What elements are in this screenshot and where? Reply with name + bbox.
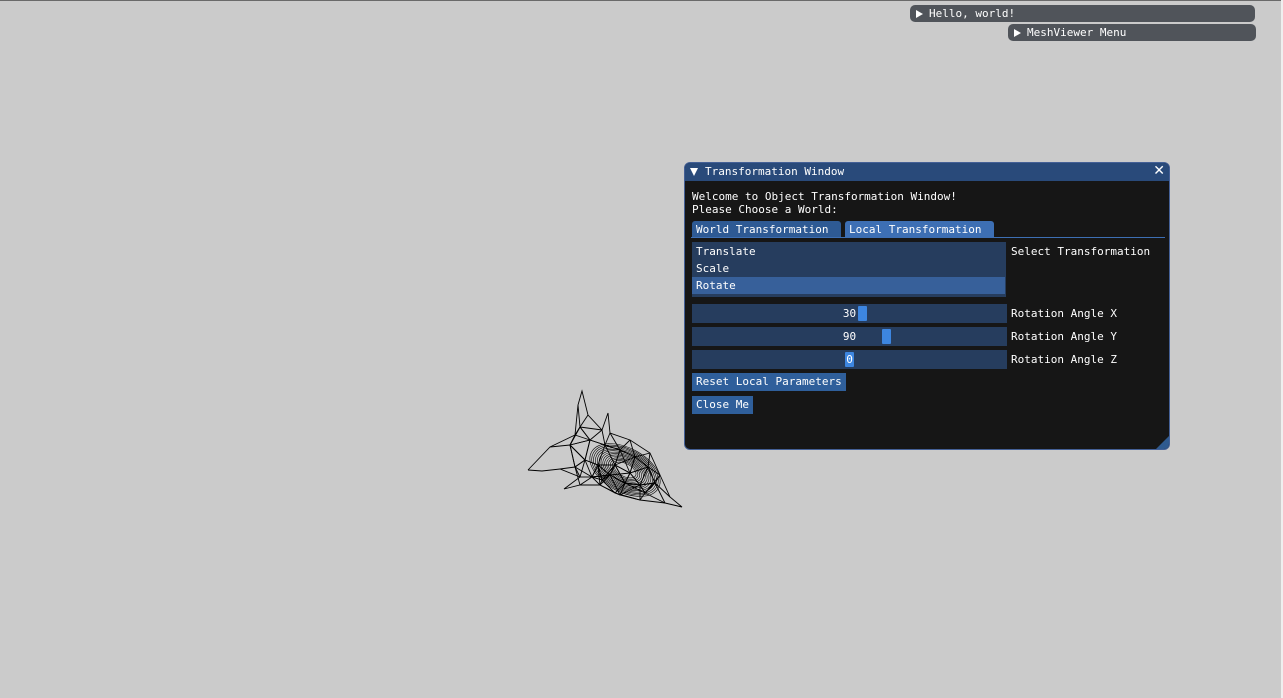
resize-grip[interactable] bbox=[1156, 436, 1169, 449]
rotation-y-slider[interactable]: 90 bbox=[692, 327, 1007, 346]
transformation-listbox[interactable]: Translate Scale Rotate bbox=[692, 242, 1006, 297]
rotation-z-label: Rotation Angle Z bbox=[1011, 353, 1117, 366]
meshviewer-menu-window[interactable]: MeshViewer Menu bbox=[1008, 24, 1256, 41]
top-border bbox=[0, 0, 1283, 1]
select-transformation-label: Select Transformation bbox=[1011, 245, 1151, 258]
list-item-rotate[interactable]: Rotate bbox=[692, 277, 1005, 294]
rotation-y-label: Rotation Angle Y bbox=[1011, 330, 1117, 343]
list-item-scale[interactable]: Scale bbox=[692, 260, 1005, 277]
tab-underline bbox=[691, 237, 1165, 238]
rotation-x-grab[interactable] bbox=[858, 306, 867, 321]
reset-local-parameters-button[interactable]: Reset Local Parameters bbox=[692, 373, 846, 391]
rotation-x-value: 30 bbox=[842, 307, 857, 320]
rotation-x-slider[interactable]: 30 bbox=[692, 304, 1007, 323]
expand-arrow-icon[interactable] bbox=[1014, 29, 1021, 37]
list-item-translate[interactable]: Translate bbox=[692, 243, 1005, 260]
collapse-arrow-icon[interactable] bbox=[690, 168, 698, 176]
rotation-x-label: Rotation Angle X bbox=[1011, 307, 1117, 320]
rotation-y-value: 90 bbox=[842, 330, 857, 343]
window-title: Transformation Window bbox=[705, 165, 845, 178]
rotation-z-value: 0 bbox=[846, 353, 853, 366]
transformation-window: Transformation Window ✕ Welcome to Objec… bbox=[684, 162, 1170, 450]
wireframe-mesh bbox=[527, 389, 683, 508]
meshviewer-menu-title: MeshViewer Menu bbox=[1027, 26, 1127, 39]
hello-world-title: Hello, world! bbox=[929, 7, 1016, 20]
tab-local-transformation[interactable]: Local Transformation bbox=[845, 221, 994, 238]
tab-world-transformation[interactable]: World Transformation bbox=[692, 221, 841, 238]
welcome-text: Welcome to Object Transformation Window! bbox=[692, 190, 957, 203]
rotation-y-grab[interactable] bbox=[882, 329, 891, 344]
hello-world-window[interactable]: Hello, world! bbox=[910, 5, 1255, 22]
rotation-z-slider[interactable]: 0 bbox=[692, 350, 1007, 369]
window-title-bar[interactable]: Transformation Window ✕ bbox=[685, 163, 1169, 181]
close-me-button[interactable]: Close Me bbox=[692, 396, 753, 414]
choose-world-text: Please Choose a World: bbox=[692, 203, 838, 216]
expand-arrow-icon[interactable] bbox=[916, 10, 923, 18]
close-icon[interactable]: ✕ bbox=[1153, 163, 1165, 180]
